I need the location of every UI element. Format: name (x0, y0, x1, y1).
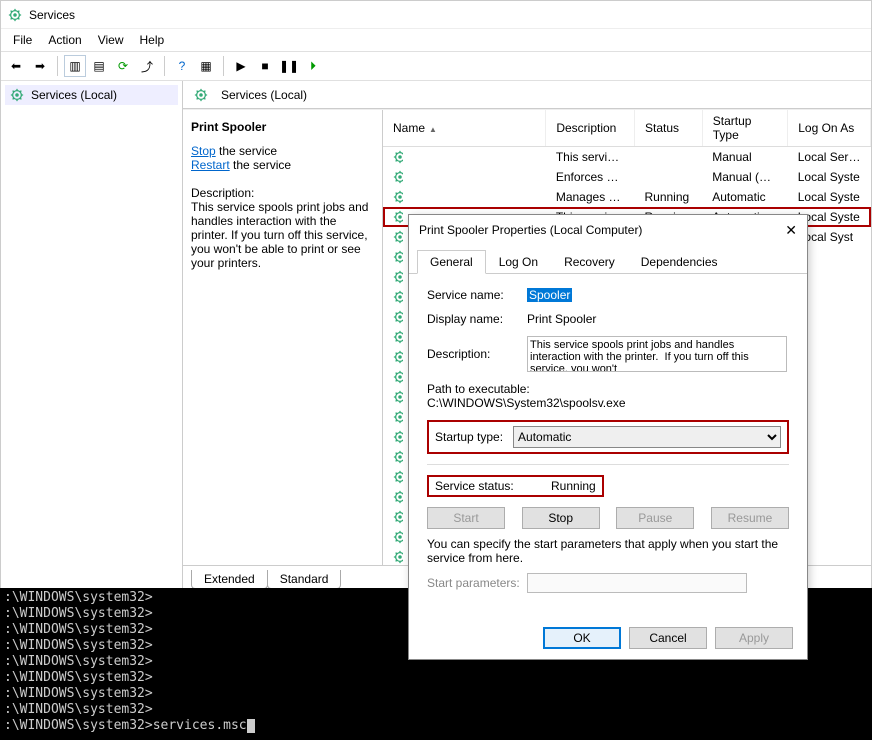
help-icon[interactable]: ? (171, 55, 193, 77)
menu-view[interactable]: View (90, 33, 132, 47)
content-title: Services (Local) (221, 88, 307, 102)
gear-icon (393, 369, 403, 385)
path-value: C:\WINDOWS\System32\spoolsv.exe (427, 396, 789, 410)
description-label: Description: (427, 347, 527, 361)
tab-general[interactable]: General (417, 250, 486, 274)
menu-file[interactable]: File (5, 33, 40, 47)
gear-icon (393, 489, 403, 505)
gear-icon (393, 189, 403, 205)
gear-icon (393, 509, 403, 525)
titlebar[interactable]: Services (1, 1, 871, 29)
tab-logon[interactable]: Log On (486, 250, 551, 274)
back-icon[interactable]: ⬅ (5, 55, 27, 77)
gear-icon (393, 469, 403, 485)
table-row[interactable]: PNRP Machine Name Pub...This service ...… (383, 147, 871, 168)
service-status-label: Service status: (435, 479, 535, 493)
col-description[interactable]: Description (546, 110, 635, 147)
desc-text: This service spools print jobs and handl… (191, 200, 374, 270)
menu-action[interactable]: Action (40, 33, 89, 47)
refresh-icon[interactable]: ⟳ (112, 55, 134, 77)
col-status[interactable]: Status (634, 110, 702, 147)
gear-icon (9, 87, 25, 103)
properties-icon[interactable]: ▤ (88, 55, 110, 77)
pause-button: Pause (616, 507, 694, 529)
gear-icon (393, 169, 403, 185)
col-startup[interactable]: Startup Type (702, 110, 787, 147)
selected-service-name: Print Spooler (191, 120, 374, 134)
gear-icon (393, 149, 403, 165)
restart-link[interactable]: Restart (191, 158, 230, 172)
ok-button[interactable]: OK (543, 627, 621, 649)
service-name-label: Service name: (427, 288, 527, 302)
gear-icon (393, 329, 403, 345)
gear-icon (393, 289, 403, 305)
list-icon[interactable]: ▦ (195, 55, 217, 77)
window-title: Services (29, 8, 75, 22)
gear-icon (393, 529, 403, 545)
display-name-value: Print Spooler (527, 312, 789, 326)
gear-icon (393, 229, 403, 245)
status-highlight: Service status: Running (427, 475, 604, 497)
apply-button: Apply (715, 627, 793, 649)
col-logon[interactable]: Log On As (788, 110, 871, 147)
startup-type-select[interactable]: Automatic (513, 426, 781, 448)
desc-label: Description: (191, 186, 374, 200)
menubar: File Action View Help (1, 29, 871, 51)
gear-icon (393, 209, 403, 225)
param-help-text: You can specify the start parameters tha… (427, 537, 789, 565)
col-name[interactable]: Name▲ (383, 110, 546, 147)
toolbar: ⬅ ➡ ▥ ▤ ⟳ ⤴ ? ▦ ▶ ■ ❚❚ ⏵ (1, 51, 871, 81)
nav-services-local[interactable]: Services (Local) (5, 85, 178, 105)
gear-icon (393, 409, 403, 425)
description-textarea[interactable] (527, 336, 787, 372)
service-name-value[interactable]: Spooler (527, 288, 572, 302)
description-pane: Print Spooler Stop the service Restart t… (183, 110, 383, 565)
resume-button: Resume (711, 507, 789, 529)
gear-icon (393, 309, 403, 325)
close-icon[interactable]: ✕ (785, 222, 797, 239)
dialog-title: Print Spooler Properties (Local Computer… (419, 223, 642, 237)
tab-standard[interactable]: Standard (267, 570, 342, 589)
service-status-value: Running (551, 479, 596, 493)
gear-icon (393, 549, 403, 565)
startup-type-label: Startup type: (435, 430, 503, 444)
forward-icon[interactable]: ➡ (29, 55, 51, 77)
start-button: Start (427, 507, 505, 529)
export-icon[interactable]: ⤴ (136, 55, 158, 77)
path-label: Path to executable: (427, 382, 789, 396)
restart-icon[interactable]: ⏵ (302, 55, 324, 77)
stop-link[interactable]: Stop (191, 144, 216, 158)
tab-dependencies[interactable]: Dependencies (628, 250, 731, 274)
gear-icon (393, 389, 403, 405)
table-row[interactable]: Portable Device Enumerat...Enforces gr..… (383, 167, 871, 187)
stop-button[interactable]: Stop (522, 507, 600, 529)
show-hide-icon[interactable]: ▥ (64, 55, 86, 77)
properties-dialog: Print Spooler Properties (Local Computer… (408, 214, 808, 660)
display-name-label: Display name: (427, 312, 527, 326)
menu-help[interactable]: Help (132, 33, 173, 47)
dialog-tabs: General Log On Recovery Dependencies (409, 249, 807, 274)
tab-extended[interactable]: Extended (191, 570, 268, 589)
pause-icon[interactable]: ❚❚ (278, 55, 300, 77)
gear-icon (393, 349, 403, 365)
table-row[interactable]: PowerManages p...RunningAutomaticLocal S… (383, 187, 871, 207)
services-icon (7, 7, 23, 23)
gear-icon (193, 87, 209, 103)
content-header: Services (Local) (183, 81, 871, 109)
start-parameters-label: Start parameters: (427, 576, 527, 590)
stop-icon[interactable]: ■ (254, 55, 276, 77)
start-parameters-input (527, 573, 747, 593)
gear-icon (393, 269, 403, 285)
play-icon[interactable]: ▶ (230, 55, 252, 77)
nav-tree: Services (Local) (1, 81, 183, 589)
startup-highlight: Startup type: Automatic (427, 420, 789, 454)
gear-icon (393, 449, 403, 465)
cancel-button[interactable]: Cancel (629, 627, 707, 649)
tab-recovery[interactable]: Recovery (551, 250, 628, 274)
gear-icon (393, 429, 403, 445)
nav-label: Services (Local) (31, 88, 117, 102)
gear-icon (393, 249, 403, 265)
